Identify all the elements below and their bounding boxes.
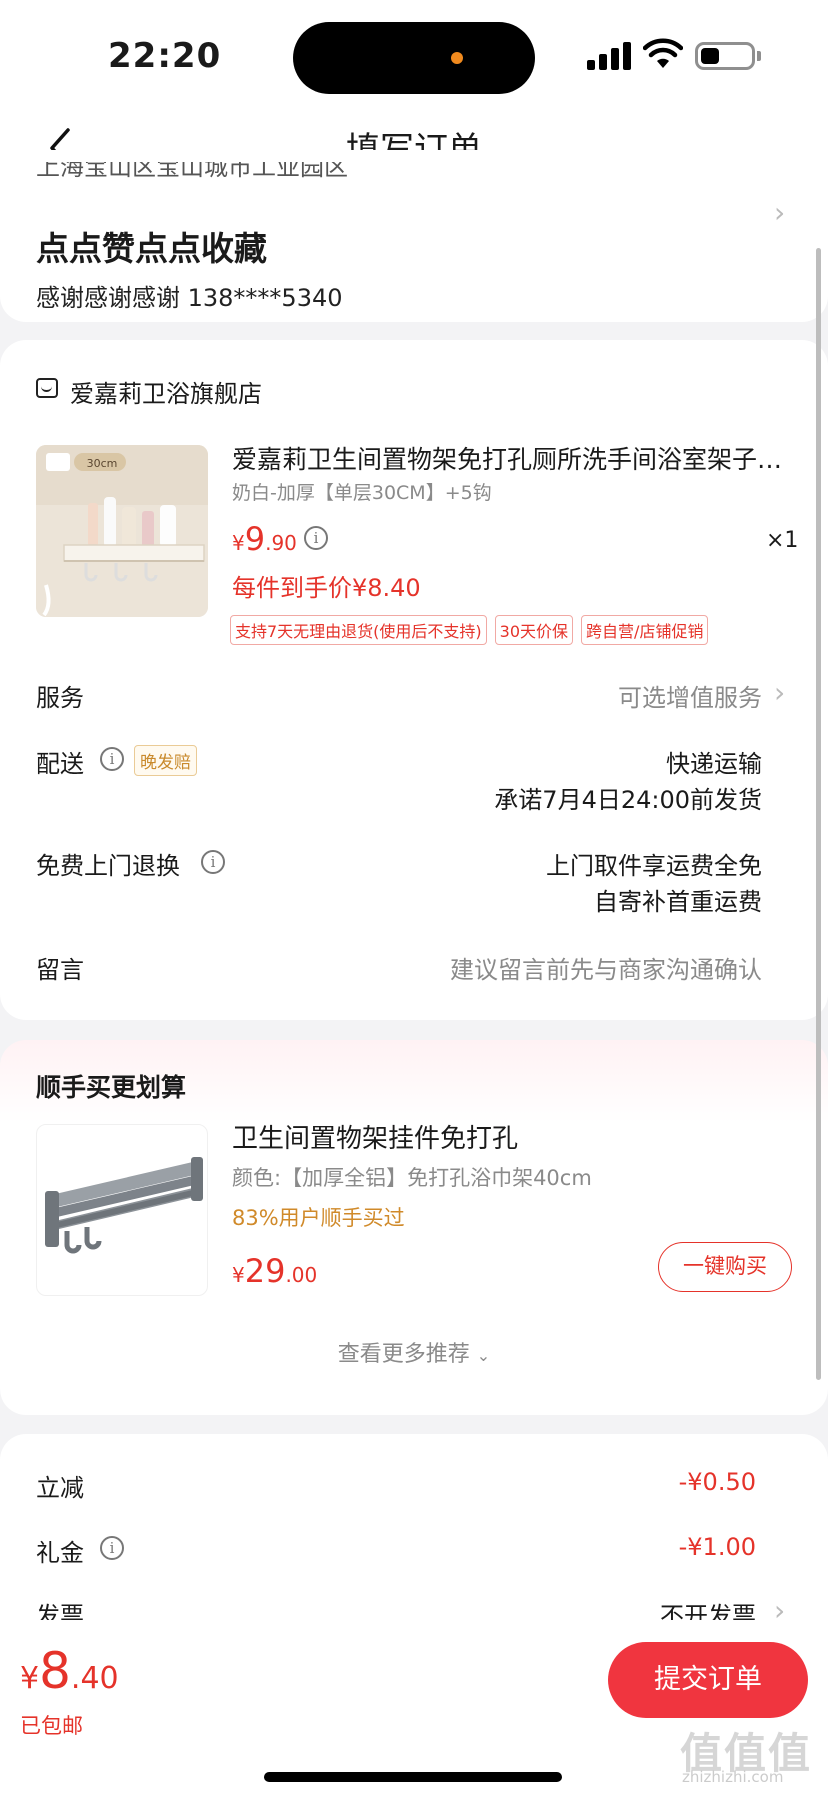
tag-promo: 跨自营/店铺促销 [581,615,709,645]
discount-label: 立减 [36,1474,84,1502]
product-spec[interactable]: 奶白-加厚【单层30CM】+5钩 [232,478,492,505]
towel-rack-image [45,1157,203,1254]
tag-return: 支持7天无理由退货(使用后不支持) [230,615,487,645]
chevron-right-icon: › [774,196,786,229]
return-value-1: 上门取件享运费全免 [546,852,762,880]
late-compensation-badge: 晚发赔 [134,745,197,776]
tag-price-protect: 30天价保 [494,615,574,645]
one-click-buy-button[interactable]: 一键购买 [658,1242,792,1292]
delivery-info-icon[interactable]: i [100,747,124,771]
thumb-badge: 30cm [87,457,118,470]
product-thumbnail[interactable]: 30cm [36,445,208,617]
total-price: ¥8.40 [20,1642,119,1700]
product-price: ¥9.90 [232,520,297,558]
recommend-product-name[interactable]: 卫生间置物架挂件免打孔 [232,1118,518,1155]
receiver-contact: 感谢感谢感谢 138****5340 [36,284,343,312]
watermark-url: zhizhizhi.com [682,1768,784,1786]
receiver-name: 点点赞点点收藏 [36,229,267,268]
chevron-right-icon[interactable]: › [774,676,785,709]
recommend-price: ¥29.00 [232,1252,318,1290]
submit-order-button[interactable]: 提交订单 [608,1642,808,1718]
price-info-icon[interactable]: i [304,526,328,550]
chevron-down-icon: ⌄ [476,1346,491,1365]
delivery-method[interactable]: 快递运输 [666,744,762,779]
recommend-buyers: 83%用户顺手买过 [232,1206,405,1230]
battery-icon [695,42,755,70]
gift-info-icon[interactable]: i [100,1536,124,1560]
service-tags: 支持7天无理由退货(使用后不支持) 30天价保 跨自营/店铺促销 [230,615,709,645]
dynamic-island [293,22,535,94]
recommend-title: 顺手买更划算 [36,1073,187,1102]
store-icon [36,378,58,398]
shop-name[interactable]: 爱嘉莉卫浴旗舰店 [70,374,262,409]
recommend-spec[interactable]: 颜色:【加厚全铝】免打孔浴巾架40cm [232,1162,592,1192]
service-value[interactable]: 可选增值服务 [618,678,762,713]
scrollbar[interactable] [816,248,821,1380]
signal-icon [587,42,631,70]
note-label: 留言 [36,956,84,984]
wifi-icon [643,38,683,68]
more-recommend-link[interactable]: 查看更多推荐 ⌄ [0,1336,828,1368]
free-shipping-label: 已包邮 [20,1714,83,1738]
status-bar: 22:20 [0,0,828,108]
home-indicator[interactable] [264,1772,562,1782]
free-return-label: 免费上门退换 [36,852,180,880]
shelf-image: 30cm [36,445,208,617]
address-line: 上海宝山区宝山城市工业园区 [36,162,348,180]
note-input[interactable]: 建议留言前先与商家沟通确认 [450,950,762,985]
shop-card: 爱嘉莉卫浴旗舰店 30cm 爱嘉莉卫生间置物架免打孔厕所洗手间浴室架子… 奶白-… [0,340,828,1020]
battery-cap [757,51,761,61]
product-quantity: ×1 [766,528,799,553]
bottom-bar: ¥8.40 已包邮 提交订单 值值值 zhizhizhi.com [0,1620,828,1795]
return-info-icon[interactable]: i [201,850,225,874]
return-value-2: 自寄补首重运费 [594,888,762,916]
gift-label: 礼金 [36,1539,84,1567]
delivery-label: 配送 [36,750,84,778]
recommend-thumbnail[interactable] [36,1124,208,1296]
order-page: 22:20 填写订单 上海宝山区宝山城市工业园区 点点赞点点收藏 感谢感谢感谢 … [0,0,828,1795]
service-label: 服务 [36,684,84,712]
per-item-price: 每件到手价¥8.40 [232,574,421,602]
gift-value: -¥1.00 [678,1533,756,1561]
recording-dot-icon [451,52,463,64]
discount-value: -¥0.50 [678,1468,756,1496]
status-time: 22:20 [108,36,222,76]
delivery-promise[interactable]: 承诺7月4日24:00前发货 [494,780,762,815]
address-card[interactable]: 上海宝山区宝山城市工业园区 点点赞点点收藏 感谢感谢感谢 138****5340… [0,150,828,322]
recommend-card: 顺手买更划算 卫生间置物架挂件免打孔 颜色:【加厚全铝】免打孔浴巾架40cm 8… [0,1040,828,1415]
product-title[interactable]: 爱嘉莉卫生间置物架免打孔厕所洗手间浴室架子… [232,440,792,476]
more-recommend-label: 查看更多推荐 [337,1342,470,1367]
